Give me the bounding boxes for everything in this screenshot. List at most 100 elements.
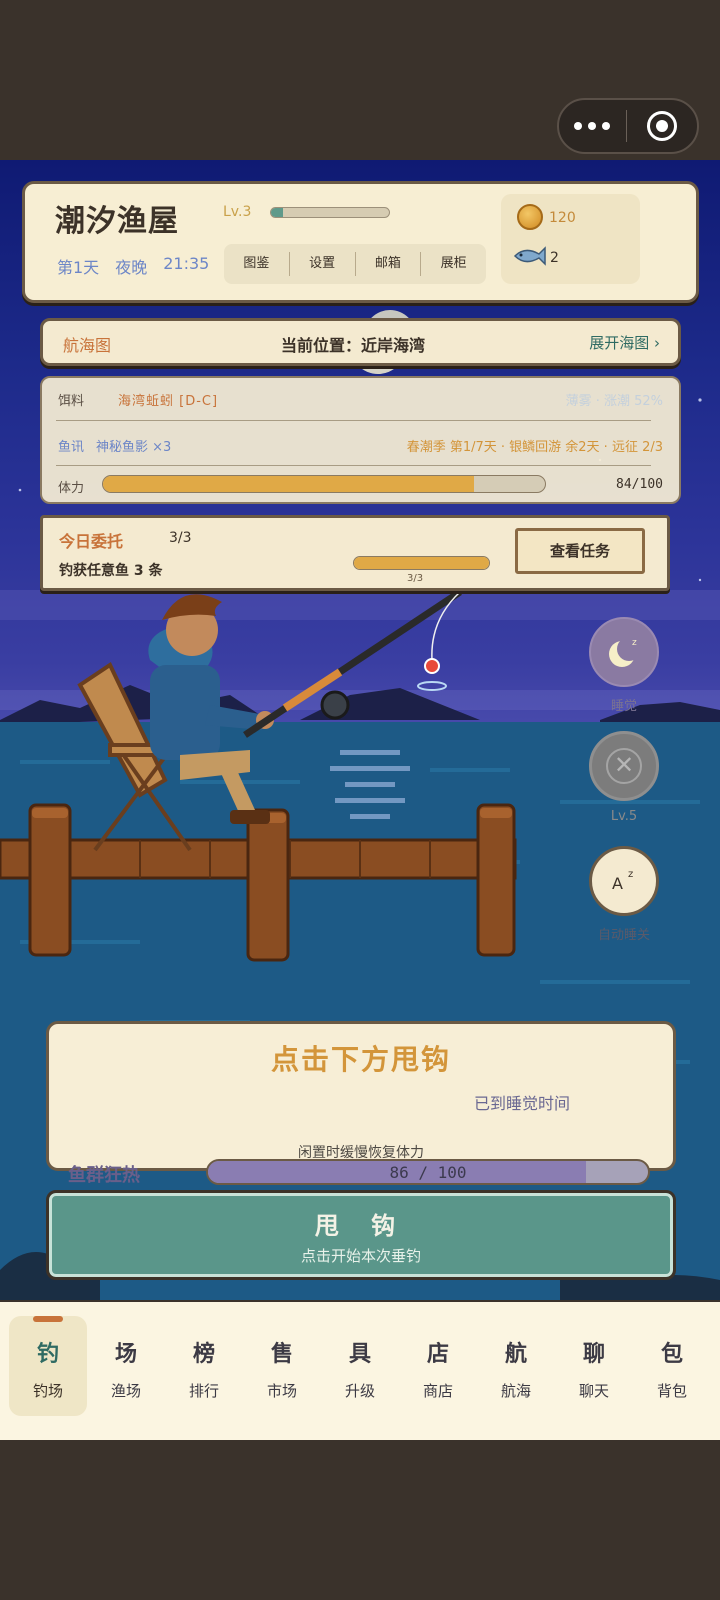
sleep-label: 睡觉 — [610, 699, 637, 714]
coin-count: 120 — [549, 210, 576, 226]
svg-text:z: z — [628, 869, 633, 880]
fish-count: 2 — [550, 250, 559, 266]
cast-button-label: 甩 钩 — [314, 1212, 408, 1240]
cast-button[interactable]: 甩 钩 点击开始本次垂钓 — [46, 1190, 676, 1280]
nav-tab-fishing[interactable]: 钓钓场 — [9, 1316, 87, 1416]
cast-hint-panel: 点击下方甩钩 已到睡觉时间 闲置时缓慢恢复体力 — [46, 1021, 676, 1171]
nav-tab-fishery[interactable]: 场渔场 — [87, 1316, 165, 1416]
nav-tab-upgrade[interactable]: 具升级 — [321, 1316, 399, 1416]
fish-icon — [513, 246, 546, 266]
nav-glyph: 具 — [348, 1342, 371, 1367]
task-description: 钓获任意鱼 3 条 — [59, 563, 163, 579]
xp-bar-fill — [271, 208, 283, 217]
auto-sleep-label: 自动睡关 — [597, 928, 650, 943]
nav-tab-ranking[interactable]: 榜排行 — [165, 1316, 243, 1416]
sea-chart-bar[interactable]: 航海图 当前位置：近岸海湾 展开海图 › — [40, 318, 681, 366]
task-title: 今日委托 — [59, 532, 124, 551]
expand-map-label: 展开海图 — [589, 334, 650, 352]
menu-mailbox[interactable]: 邮箱 — [356, 252, 422, 276]
task-count: 3/3 — [169, 530, 192, 546]
svg-text:A: A — [612, 874, 623, 893]
svg-text:z: z — [632, 638, 637, 648]
frenzy-value: 86 / 100 — [389, 1163, 467, 1182]
sleep-az-icon: A z — [589, 846, 659, 916]
nav-label: 聊天 — [578, 1382, 609, 1400]
more-icon[interactable] — [559, 100, 626, 152]
nav-glyph: 聊 — [582, 1342, 605, 1367]
clock-label: 21:35 — [163, 254, 210, 273]
stamina-key: 体力 — [58, 481, 85, 496]
cast-button-sublabel: 点击开始本次垂钓 — [300, 1247, 421, 1265]
divider — [56, 465, 651, 466]
view-task-button[interactable]: 查看任务 — [515, 528, 645, 574]
locked-circle: ✕ — [589, 731, 659, 801]
nav-glyph: 榜 — [192, 1342, 215, 1367]
moon-icon: z — [589, 617, 659, 687]
mini-program-capsule — [557, 98, 699, 154]
bait-value[interactable]: 海湾蚯蚓 [D-C] — [118, 390, 218, 409]
nav-label: 航海 — [500, 1382, 531, 1400]
bottom-spacer — [0, 1440, 720, 1600]
stamina-row: 体力 84/100 — [58, 475, 663, 496]
day-label: 第1天 — [57, 258, 100, 277]
level-label: Lv.3 — [223, 204, 252, 220]
nav-glyph: 钓 — [36, 1342, 59, 1367]
game-title: 潮汐渔屋 — [55, 204, 179, 239]
daily-task-card: 今日委托 3/3 钓获任意鱼 3 条 3/3 查看任务 — [40, 515, 670, 591]
status-panel: 饵料 海湾蚯蚓 [D-C] 薄雾 · 涨潮 52% 鱼讯 神秘鱼影 ×3 春潮季… — [40, 376, 681, 504]
wallet: 120 2 — [501, 194, 640, 284]
nav-glyph: 店 — [426, 1342, 449, 1367]
nav-glyph: 场 — [114, 1342, 137, 1367]
nav-tab-bag[interactable]: 包背包 — [633, 1316, 711, 1416]
bait-row: 饵料 海湾蚯蚓 [D-C] 薄雾 · 涨潮 52% — [58, 390, 663, 409]
season-info: 春潮季 第1/7天 · 银鳞回游 余2天 · 远征 2/3 — [406, 440, 663, 455]
locked-button[interactable]: ✕ Lv.5 — [588, 731, 660, 824]
bottom-nav: 钓钓场 场渔场 榜排行 售市场 具升级 店商店 航航海 聊聊天 包背包 — [0, 1302, 720, 1440]
task-progress-bar — [353, 556, 490, 570]
stamina-bar-fill — [103, 476, 475, 492]
nav-label: 背包 — [656, 1382, 687, 1400]
frenzy-bar: 86 / 100 — [206, 1159, 650, 1185]
menu-showcase[interactable]: 展柜 — [421, 252, 486, 276]
task-progress-fill — [354, 557, 489, 569]
nav-tab-shop[interactable]: 店商店 — [399, 1316, 477, 1416]
sleep-notice: 已到睡觉时间 — [474, 1094, 571, 1113]
header-menu: 图鉴 设置 邮箱 展柜 — [224, 244, 486, 284]
expand-map-button[interactable]: 展开海图 › — [589, 332, 660, 353]
cast-hint: 点击下方甩钩 — [270, 1043, 451, 1076]
locked-level-label: Lv.5 — [610, 809, 638, 824]
coin-icon — [517, 204, 543, 230]
bait-key: 饵料 — [58, 394, 85, 409]
nav-tab-chat[interactable]: 聊聊天 — [555, 1316, 633, 1416]
news-key: 鱼讯 — [58, 440, 85, 455]
stamina-value: 84/100 — [616, 477, 663, 492]
nav-glyph: 航 — [504, 1342, 527, 1367]
target-icon[interactable] — [627, 100, 697, 152]
nav-label: 市场 — [266, 1382, 297, 1400]
close-icon: ✕ — [606, 748, 642, 784]
current-location: 当前位置：近岸海湾 — [281, 336, 426, 355]
stamina-bar — [102, 475, 546, 493]
divider — [56, 420, 651, 421]
nav-tab-voyage[interactable]: 航航海 — [477, 1316, 555, 1416]
nav-label: 升级 — [344, 1382, 375, 1400]
nav-label: 排行 — [188, 1382, 219, 1400]
nav-label: 钓场 — [32, 1382, 63, 1400]
xp-bar — [270, 207, 390, 218]
nav-tab-market[interactable]: 售市场 — [243, 1316, 321, 1416]
menu-codex[interactable]: 图鉴 — [224, 252, 290, 276]
menu-settings[interactable]: 设置 — [290, 252, 356, 276]
news-value: 神秘鱼影 ×3 — [96, 440, 172, 455]
auto-sleep-button[interactable]: A z 自动睡关 — [584, 846, 664, 943]
weather-info: 薄雾 · 涨潮 52% — [565, 394, 663, 409]
task-progress-label: 3/3 — [407, 573, 424, 584]
sleep-button[interactable]: z 睡觉 — [588, 617, 660, 714]
nav-label: 商店 — [422, 1382, 453, 1400]
chevron-right-icon: › — [654, 334, 660, 352]
time-info: 第1天 夜晚 21:35 — [57, 254, 209, 278]
nav-label: 渔场 — [110, 1382, 141, 1400]
period-label: 夜晚 — [115, 258, 148, 277]
news-row: 鱼讯 神秘鱼影 ×3 春潮季 第1/7天 · 银鳞回游 余2天 · 远征 2/3 — [58, 436, 663, 455]
header-card: 潮汐渔屋 Lv.3 第1天 夜晚 21:35 图鉴 设置 邮箱 展柜 120 2 — [22, 181, 699, 303]
frenzy-label: 鱼群狂热 — [68, 1165, 140, 1186]
